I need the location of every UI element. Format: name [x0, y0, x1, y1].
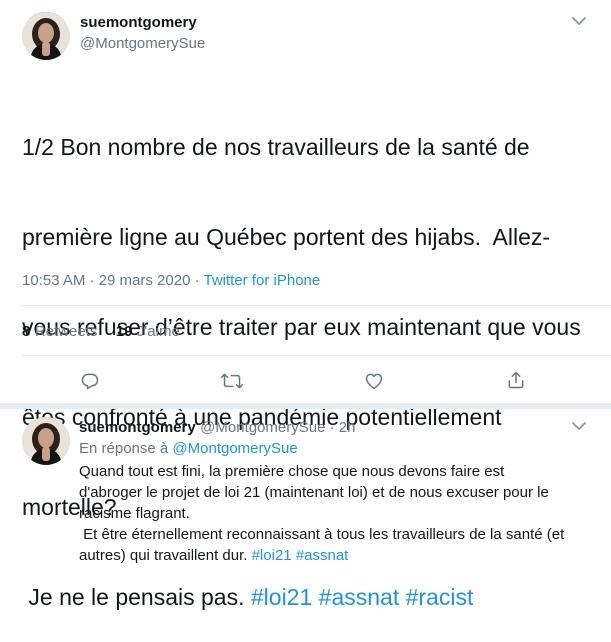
tweet-stats: 8 Retweets 19 J'aime [22, 323, 180, 341]
tweet-meta: 10:53 AM · 29 mars 2020 · Twitter for iP… [22, 272, 320, 289]
tweet-text-fragment: Je ne le pensais pas. [22, 584, 251, 610]
chevron-down-icon[interactable] [572, 421, 586, 431]
avatar[interactable] [22, 417, 70, 465]
retweets-stat[interactable]: 8 Retweets [22, 323, 97, 340]
retweet-icon[interactable] [220, 371, 244, 391]
retweets-label: Retweets [34, 323, 98, 340]
like-icon[interactable] [364, 371, 384, 391]
tweet-text-last-line: Je ne le pensais pas. #loi21 #assnat #ra… [22, 582, 592, 612]
likes-count: 19 [115, 323, 133, 340]
user-handle[interactable]: @MontgomerySue [80, 35, 205, 52]
likes-label: J'aime [136, 323, 180, 340]
divider [22, 355, 611, 356]
hashtag-link[interactable]: #assnat [319, 584, 400, 610]
share-icon[interactable] [506, 370, 526, 390]
reply-header: suemontgomery @MontgomerySue · 2h [79, 419, 355, 437]
avatar[interactable] [22, 12, 70, 60]
timestamp[interactable]: 10:53 AM · 29 mars 2020 · [22, 272, 204, 289]
retweets-count: 8 [22, 323, 31, 340]
hashtag-link[interactable]: #racist [406, 584, 474, 610]
chevron-down-icon[interactable] [572, 16, 586, 26]
reply-icon[interactable] [80, 371, 100, 391]
likes-stat[interactable]: 19 J'aime [116, 323, 180, 340]
reply-text: Quand tout est fini, la première chose q… [79, 461, 599, 566]
display-name[interactable]: suemontgomery [80, 14, 197, 31]
display-name[interactable]: suemontgomery [79, 419, 196, 436]
hashtag-link[interactable]: #assnat [296, 547, 349, 564]
divider [22, 305, 611, 306]
tweet-text-line: première ligne au Québec portent des hij… [22, 224, 551, 250]
replying-to-label: En réponse à [79, 440, 173, 457]
user-handle-time[interactable]: @MontgomerySue · 2h [200, 419, 355, 436]
source-link[interactable]: Twitter for iPhone [204, 272, 321, 289]
tweet-text-line: 1/2 Bon nombre de nos travailleurs de la… [22, 134, 530, 160]
replying-to: En réponse à @MontgomerySue [79, 440, 298, 457]
divider [0, 403, 611, 409]
hashtag-link[interactable]: #loi21 [251, 584, 312, 610]
replying-to-handle[interactable]: @MontgomerySue [172, 440, 297, 457]
hashtag-link[interactable]: #loi21 [252, 547, 292, 564]
